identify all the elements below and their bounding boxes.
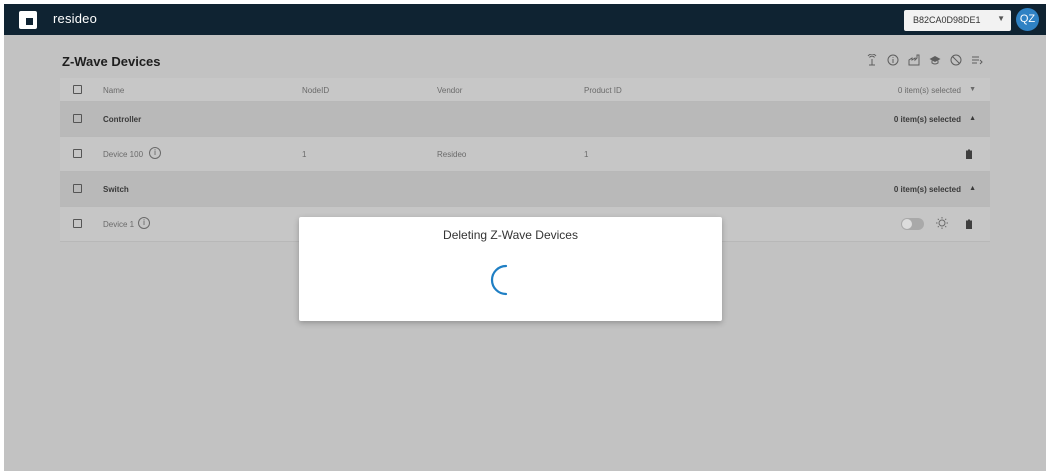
column-header-nodeid[interactable]: NodeID: [302, 86, 329, 95]
group-selection-count: 0 item(s) selected: [893, 115, 961, 124]
device-name: Device 100: [103, 150, 144, 159]
graduation-cap-icon[interactable]: [929, 54, 941, 66]
column-header-name[interactable]: Name: [103, 86, 124, 95]
device-product-id: 1: [584, 150, 589, 159]
loading-spinner-icon: [490, 264, 508, 296]
chevron-down-icon: ▼: [997, 14, 1005, 23]
antenna-icon[interactable]: [866, 54, 878, 66]
app-logo-icon[interactable]: [19, 11, 37, 29]
filter-list-icon[interactable]: [971, 54, 983, 66]
group-row-switch[interactable]: Switch 0 item(s) selected ▲: [60, 172, 990, 207]
row-checkbox[interactable]: [73, 149, 82, 158]
column-header-product-id[interactable]: Product ID: [584, 86, 622, 95]
table-row[interactable]: Device 100 i 1 Resideo 1: [60, 137, 990, 172]
select-all-checkbox[interactable]: [73, 85, 82, 94]
trash-icon[interactable]: [965, 149, 973, 159]
device-selector[interactable]: B82CA0D98DE1 ▼: [904, 10, 1011, 31]
brand-name: resideo: [53, 11, 98, 26]
chevron-up-icon[interactable]: ▲: [969, 185, 976, 192]
app-window: resideo B82CA0D98DE1 ▼ QZ Z-Wave Devices: [4, 4, 1046, 471]
group-name: Controller: [103, 115, 142, 124]
group-checkbox[interactable]: [73, 184, 82, 193]
row-checkbox[interactable]: [73, 219, 82, 228]
group-selection-count: 0 item(s) selected: [893, 185, 961, 194]
device-id: B82CA0D98DE1: [913, 15, 981, 25]
table-header: Name NodeID Vendor Product ID 0 item(s) …: [60, 78, 990, 102]
device-node-id: 1: [302, 150, 307, 159]
user-avatar[interactable]: QZ: [1016, 8, 1039, 31]
group-name: Switch: [103, 185, 129, 194]
device-name: Device 1: [103, 220, 135, 229]
factory-icon[interactable]: [908, 54, 920, 66]
page-title: Z-Wave Devices: [62, 54, 161, 69]
trash-icon[interactable]: [965, 219, 973, 229]
group-checkbox[interactable]: [73, 114, 82, 123]
selection-count: 0 item(s) selected: [897, 86, 961, 95]
deleting-dialog: Deleting Z-Wave Devices: [299, 217, 722, 321]
page-toolbar: [866, 54, 983, 68]
info-icon[interactable]: i: [149, 147, 161, 159]
device-vendor: Resideo: [437, 150, 467, 159]
dialog-title: Deleting Z-Wave Devices: [443, 228, 578, 242]
info-icon[interactable]: [887, 54, 899, 66]
chevron-down-icon[interactable]: ▼: [969, 86, 976, 93]
chevron-up-icon[interactable]: ▲: [969, 115, 976, 122]
block-icon[interactable]: [950, 54, 962, 66]
top-bar: resideo B82CA0D98DE1 ▼ QZ: [4, 4, 1046, 35]
column-header-vendor[interactable]: Vendor: [437, 86, 462, 95]
power-toggle[interactable]: [901, 218, 924, 230]
group-row-controller[interactable]: Controller 0 item(s) selected ▲: [60, 102, 990, 137]
info-icon[interactable]: i: [138, 217, 150, 229]
light-bulb-icon: [936, 217, 948, 229]
